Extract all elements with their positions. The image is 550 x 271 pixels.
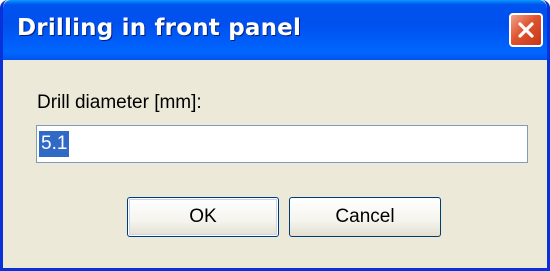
cancel-button[interactable]: Cancel	[289, 197, 441, 237]
drill-diameter-input[interactable]: 5.1	[36, 125, 528, 163]
close-icon	[518, 22, 534, 38]
dialog-window: Drilling in front panel Drill diameter […	[0, 0, 550, 271]
dialog-title: Drilling in front panel	[17, 15, 302, 41]
drill-diameter-value: 5.1	[39, 131, 70, 157]
title-bar[interactable]: Drilling in front panel	[3, 0, 547, 60]
dialog-body: Drill diameter [mm]: 5.1 OK Cancel	[3, 60, 547, 268]
drill-diameter-label: Drill diameter [mm]:	[37, 92, 202, 113]
ok-button[interactable]: OK	[127, 197, 279, 237]
close-button[interactable]	[509, 13, 543, 47]
